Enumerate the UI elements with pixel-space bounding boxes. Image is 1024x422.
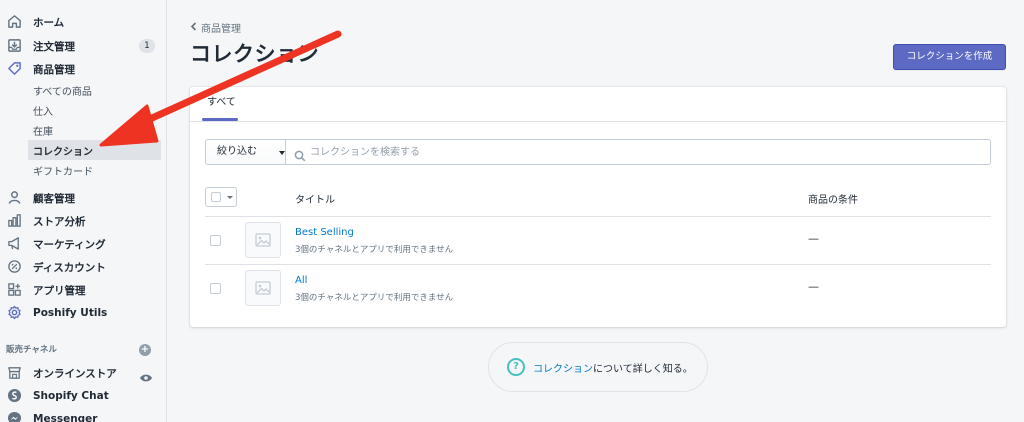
- search-icon: [294, 147, 306, 162]
- nav-label: 顧客管理: [33, 192, 75, 205]
- nav-label: 商品管理: [33, 63, 75, 76]
- row-checkbox[interactable]: [210, 235, 221, 246]
- discount-icon: [6, 258, 22, 274]
- collection-title-link[interactable]: All: [295, 275, 307, 286]
- help-footer: ? コレクション について詳しく知る。: [488, 342, 708, 392]
- checkbox: [211, 192, 221, 202]
- apps-icon: [6, 281, 22, 297]
- nav-label: マーケティング: [33, 238, 106, 251]
- column-header-title[interactable]: タイトル: [295, 191, 335, 206]
- messenger-icon: [6, 410, 22, 422]
- tag-icon: [6, 60, 22, 76]
- filter-label: 絞り込む: [217, 146, 257, 157]
- sidebar: ホーム 注文管理 1 商品管理 すべての商品 仕入 在庫 コレクション ギフトカ…: [0, 0, 167, 422]
- nav-item-poshify-utils[interactable]: Poshify Utils: [0, 302, 167, 324]
- gear-icon: [6, 304, 22, 320]
- search-field[interactable]: [285, 139, 991, 165]
- eye-icon[interactable]: [139, 368, 153, 382]
- nav-item-products[interactable]: 商品管理: [0, 58, 167, 80]
- nav-label: アプリ管理: [33, 284, 86, 297]
- nav-label: Shopify Chat: [33, 390, 109, 402]
- home-icon: [6, 13, 22, 29]
- nav-item-apps[interactable]: アプリ管理: [0, 279, 167, 301]
- sub-item-inventory[interactable]: 在庫: [28, 120, 161, 140]
- collection-condition: —: [808, 232, 819, 245]
- create-collection-button[interactable]: コレクションを作成: [893, 44, 1006, 70]
- nav-item-home[interactable]: ホーム: [0, 11, 167, 33]
- nav-label: ホーム: [33, 16, 65, 29]
- search-input[interactable]: [310, 140, 980, 164]
- nav-label: オンラインストア: [33, 367, 117, 380]
- nav-item-messenger[interactable]: Messenger: [0, 408, 167, 422]
- nav-item-analytics[interactable]: ストア分析: [0, 210, 167, 232]
- shopify-icon: [6, 387, 22, 403]
- sub-item-gift-cards[interactable]: ギフトカード: [28, 160, 161, 180]
- orders-count-badge: 1: [139, 39, 155, 53]
- nav-label: ストア分析: [33, 215, 86, 228]
- analytics-icon: [6, 212, 22, 228]
- collection-availability: 3個のチャネルとアプリで利用できません: [295, 245, 454, 255]
- sub-item-all-products[interactable]: すべての商品: [28, 80, 161, 100]
- chevron-left-icon: [190, 21, 197, 34]
- nav-label: ディスカウント: [33, 261, 106, 274]
- customer-icon: [6, 189, 22, 205]
- collection-title-link[interactable]: Best Selling: [295, 227, 354, 238]
- sales-channels-heading: 販売チャネル: [6, 345, 57, 355]
- sub-item-collections[interactable]: コレクション: [28, 140, 161, 160]
- divider: [190, 121, 1006, 122]
- nav-label: 注文管理: [33, 40, 75, 53]
- nav-item-customers[interactable]: 顧客管理: [0, 187, 167, 209]
- nav-label: Messenger: [33, 413, 98, 422]
- nav-item-discounts[interactable]: ディスカウント: [0, 256, 167, 278]
- breadcrumb-label: 商品管理: [201, 24, 241, 35]
- table-row[interactable]: Best Selling 3個のチャネルとアプリで利用できません —: [190, 217, 1006, 265]
- collection-condition: —: [808, 280, 819, 293]
- nav-label: Poshify Utils: [33, 307, 108, 319]
- add-channel-button[interactable]: +: [139, 344, 151, 356]
- breadcrumb[interactable]: 商品管理: [190, 20, 241, 35]
- table-row[interactable]: All 3個のチャネルとアプリで利用できません —: [190, 265, 1006, 313]
- collection-availability: 3個のチャネルとアプリで利用できません: [295, 293, 454, 303]
- nav-item-orders[interactable]: 注文管理 1: [0, 35, 167, 57]
- image-placeholder-icon: [245, 222, 281, 258]
- help-link[interactable]: コレクション: [533, 360, 593, 375]
- caret-down-icon: [227, 196, 233, 199]
- collections-card: すべて 絞り込む タイトル 商品の条件 Best Selling 3個のチャネル…: [190, 87, 1006, 327]
- row-checkbox[interactable]: [210, 283, 221, 294]
- page-title: コレクション: [190, 42, 319, 66]
- store-icon: [6, 364, 22, 380]
- filter-button[interactable]: 絞り込む: [205, 139, 286, 165]
- question-icon: ?: [507, 358, 525, 376]
- marketing-icon: [6, 235, 22, 251]
- select-all-checkbox[interactable]: [205, 187, 237, 207]
- column-header-conditions: 商品の条件: [808, 195, 858, 206]
- nav-item-shopify-chat[interactable]: Shopify Chat: [0, 385, 167, 407]
- tab-all[interactable]: すべて: [190, 87, 253, 121]
- orders-icon: [6, 37, 22, 53]
- image-placeholder-icon: [245, 270, 281, 306]
- help-text: について詳しく知る。: [593, 363, 693, 375]
- sub-item-purchase[interactable]: 仕入: [28, 100, 161, 120]
- nav-item-marketing[interactable]: マーケティング: [0, 233, 167, 255]
